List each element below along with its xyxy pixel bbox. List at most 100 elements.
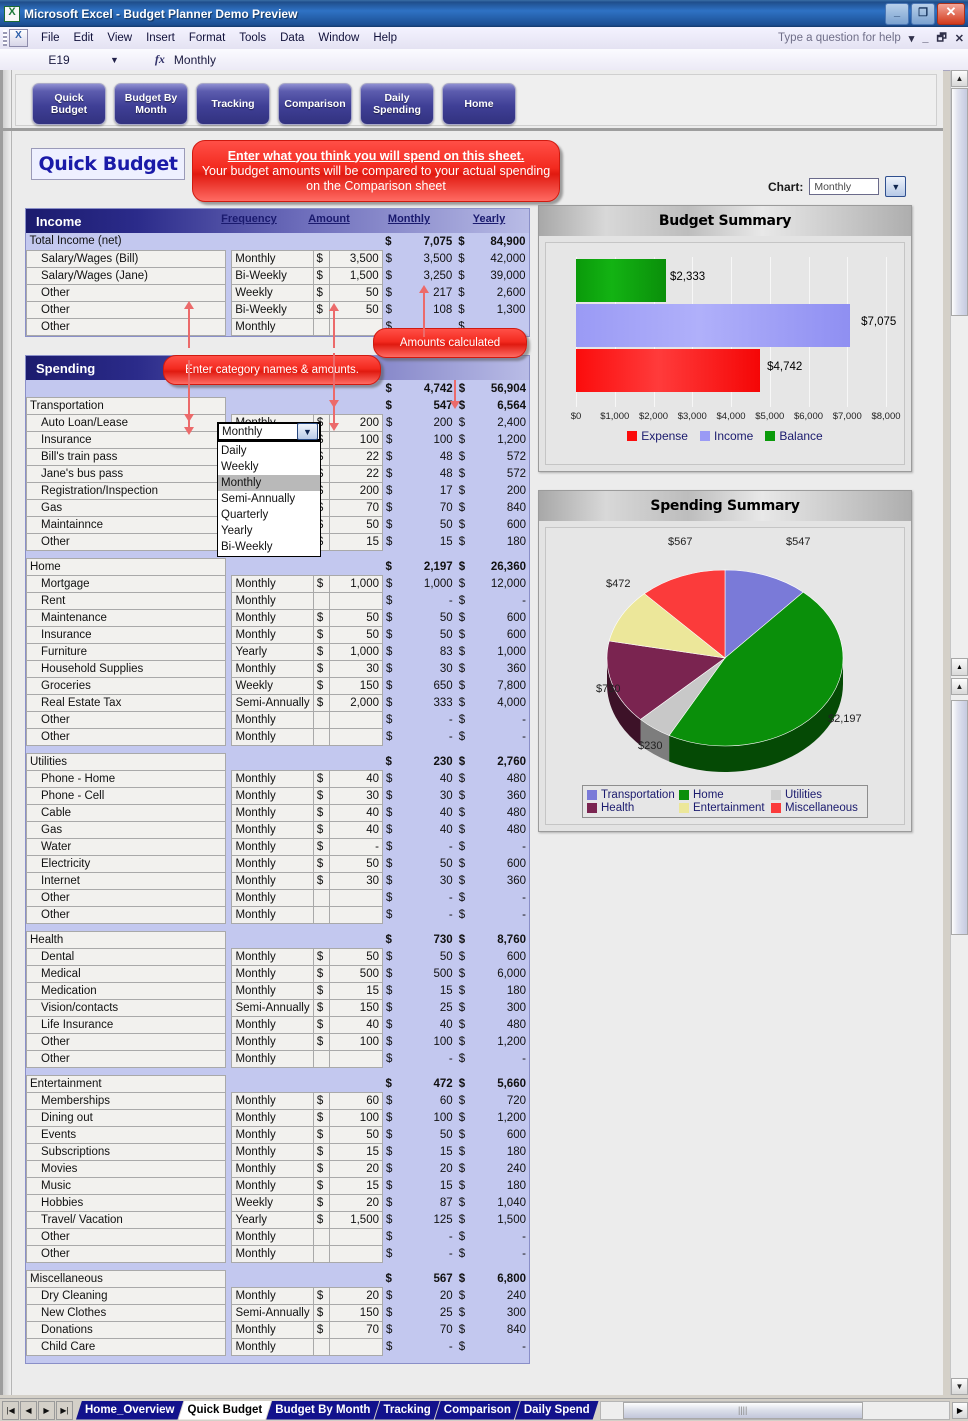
- cell-amount-symbol[interactable]: [312, 1227, 331, 1246]
- cell-amount-value[interactable]: 150: [329, 998, 383, 1017]
- cell-amount-value[interactable]: [329, 710, 383, 729]
- cell-amount-value[interactable]: 1,000: [329, 574, 383, 593]
- cell-frequency[interactable]: Monthly: [231, 981, 314, 1000]
- cell-frequency[interactable]: Monthly: [231, 1286, 314, 1305]
- cell-amount-value[interactable]: 40: [329, 1015, 383, 1034]
- cell-amount-value[interactable]: 22: [329, 464, 383, 483]
- scroll-right-button[interactable]: ▶: [952, 1401, 968, 1419]
- cell-category-name[interactable]: Dental: [25, 947, 227, 966]
- cell-frequency[interactable]: Monthly: [231, 574, 314, 593]
- cell-amount-symbol[interactable]: $: [312, 871, 331, 890]
- cell-category-name[interactable]: Movies: [25, 1159, 227, 1178]
- cell-amount-symbol[interactable]: $: [312, 283, 330, 302]
- cell-amount-symbol[interactable]: $: [312, 998, 331, 1017]
- menu-insert[interactable]: Insert: [139, 30, 182, 46]
- cell-amount-symbol[interactable]: $: [312, 1108, 331, 1127]
- doc-close-button[interactable]: ✕: [955, 32, 964, 45]
- cell-frequency[interactable]: Monthly: [231, 249, 314, 268]
- cell-category-name[interactable]: Other: [25, 532, 227, 551]
- sheet-tab[interactable]: Budget By Month: [266, 1401, 379, 1420]
- cell-category-name[interactable]: Other: [25, 1049, 227, 1068]
- cell-category-name[interactable]: Phone - Home: [25, 769, 227, 788]
- cell-category-name[interactable]: Cable: [25, 803, 227, 822]
- cell-amount-symbol[interactable]: [312, 888, 331, 907]
- menu-data[interactable]: Data: [273, 30, 311, 46]
- legend-item-health[interactable]: Health: [587, 802, 679, 814]
- cell-amount-symbol[interactable]: [312, 1244, 331, 1263]
- nav-button-daily-spending[interactable]: Daily Spending: [360, 83, 434, 125]
- cell-amount-value[interactable]: 500: [329, 964, 383, 983]
- cell-category-name[interactable]: Medication: [25, 981, 227, 1000]
- prev-sheet-button[interactable]: ◀: [20, 1400, 37, 1420]
- cell-amount-symbol[interactable]: $: [312, 608, 331, 627]
- cell-frequency[interactable]: Monthly: [231, 1320, 314, 1339]
- cell-frequency[interactable]: Monthly: [231, 1176, 314, 1195]
- cell-amount-value[interactable]: 15: [329, 1176, 383, 1195]
- nav-button-quick-budget[interactable]: Quick Budget: [32, 83, 106, 125]
- legend-item-balance[interactable]: Balance: [765, 429, 823, 443]
- cell-frequency[interactable]: Monthly: [231, 854, 314, 873]
- cell-amount-value[interactable]: [329, 888, 383, 907]
- cell-amount-value[interactable]: 50: [329, 625, 383, 644]
- cell-category-name[interactable]: Salary/Wages (Jane): [25, 266, 227, 285]
- legend-item-utilities[interactable]: Utilities: [771, 789, 863, 801]
- cell-frequency[interactable]: Monthly: [231, 1091, 314, 1110]
- cell-frequency[interactable]: Bi-Weekly: [231, 266, 314, 285]
- cell-frequency[interactable]: Monthly: [231, 727, 314, 746]
- cell-category-name[interactable]: Water: [25, 837, 227, 856]
- cell-category-name[interactable]: Auto Loan/Lease: [25, 413, 227, 432]
- nav-button-budget-by-month[interactable]: Budget By Month: [114, 83, 188, 125]
- cell-amount-symbol[interactable]: $: [312, 1286, 331, 1305]
- frequency-option[interactable]: Weekly: [218, 459, 320, 475]
- cell-amount-value[interactable]: 70: [329, 1320, 383, 1339]
- cell-amount-value[interactable]: 60: [329, 1091, 383, 1110]
- cell-category-name[interactable]: Other: [25, 727, 227, 746]
- cell-category-name[interactable]: Jane's bus pass: [25, 464, 227, 483]
- cell-frequency[interactable]: Monthly: [231, 591, 314, 610]
- cell-amount-symbol[interactable]: $: [312, 1210, 331, 1229]
- cell-category-name[interactable]: Electricity: [25, 854, 227, 873]
- frequency-option[interactable]: Semi-Annually: [218, 491, 320, 507]
- cell-frequency[interactable]: Monthly: [231, 1032, 314, 1051]
- first-sheet-button[interactable]: |◀: [2, 1400, 19, 1420]
- menu-window[interactable]: Window: [311, 30, 366, 46]
- scroll-up-button-top[interactable]: ▲: [951, 70, 968, 87]
- legend-item-transportation[interactable]: Transportation: [587, 789, 679, 801]
- cell-category-name[interactable]: Other: [25, 300, 227, 319]
- cell-amount-value[interactable]: 40: [329, 803, 383, 822]
- sheet-tab[interactable]: Daily Spend: [515, 1401, 599, 1420]
- cell-amount-value[interactable]: 1,500: [329, 1210, 383, 1229]
- cell-category-name[interactable]: Subscriptions: [25, 1142, 227, 1161]
- cell-frequency[interactable]: Monthly: [231, 317, 314, 336]
- cell-amount-value[interactable]: 150: [329, 676, 383, 695]
- sheet-tab[interactable]: Home_Overview: [76, 1401, 184, 1420]
- cell-frequency[interactable]: Monthly: [231, 1159, 314, 1178]
- chart-selector-value[interactable]: Monthly: [809, 178, 880, 195]
- cell-category-name[interactable]: Groceries: [25, 676, 227, 695]
- cell-category-name[interactable]: Furniture: [25, 642, 227, 661]
- cell-amount-value[interactable]: 22: [329, 447, 383, 466]
- cell-frequency[interactable]: Weekly: [231, 283, 314, 302]
- cell-category-name[interactable]: Phone - Cell: [25, 786, 227, 805]
- cell-amount-value[interactable]: 20: [329, 1286, 383, 1305]
- cell-category-name[interactable]: Travel/ Vacation: [25, 1210, 227, 1229]
- cell-amount-symbol[interactable]: $: [312, 786, 331, 805]
- cell-frequency[interactable]: Monthly: [231, 608, 314, 627]
- scroll-up-button-bottom[interactable]: ▲: [951, 678, 968, 695]
- cell-category-name[interactable]: Household Supplies: [25, 659, 227, 678]
- cell-category-name[interactable]: Maintainnce: [25, 515, 227, 534]
- cell-amount-value[interactable]: 15: [329, 532, 383, 551]
- cell-amount-symbol[interactable]: $: [312, 249, 330, 268]
- cell-category-name[interactable]: Insurance: [25, 625, 227, 644]
- restore-button[interactable]: ❐: [911, 3, 935, 25]
- cell-category-name[interactable]: Other: [25, 710, 227, 729]
- cell-category-name[interactable]: Real Estate Tax: [25, 693, 227, 712]
- cell-amount-value[interactable]: 50: [329, 1125, 383, 1144]
- cell-amount-value[interactable]: 70: [329, 498, 383, 517]
- cell-category-name[interactable]: Registration/Inspection: [25, 481, 227, 500]
- frequency-dropdown-header[interactable]: Monthly ▼: [217, 422, 321, 441]
- cell-amount-symbol[interactable]: $: [312, 1032, 331, 1051]
- cell-amount-value[interactable]: [329, 1244, 383, 1263]
- vertical-scrollbar[interactable]: ▲ ▲ ▲ ▼: [950, 70, 968, 1395]
- next-sheet-button[interactable]: ▶: [38, 1400, 55, 1420]
